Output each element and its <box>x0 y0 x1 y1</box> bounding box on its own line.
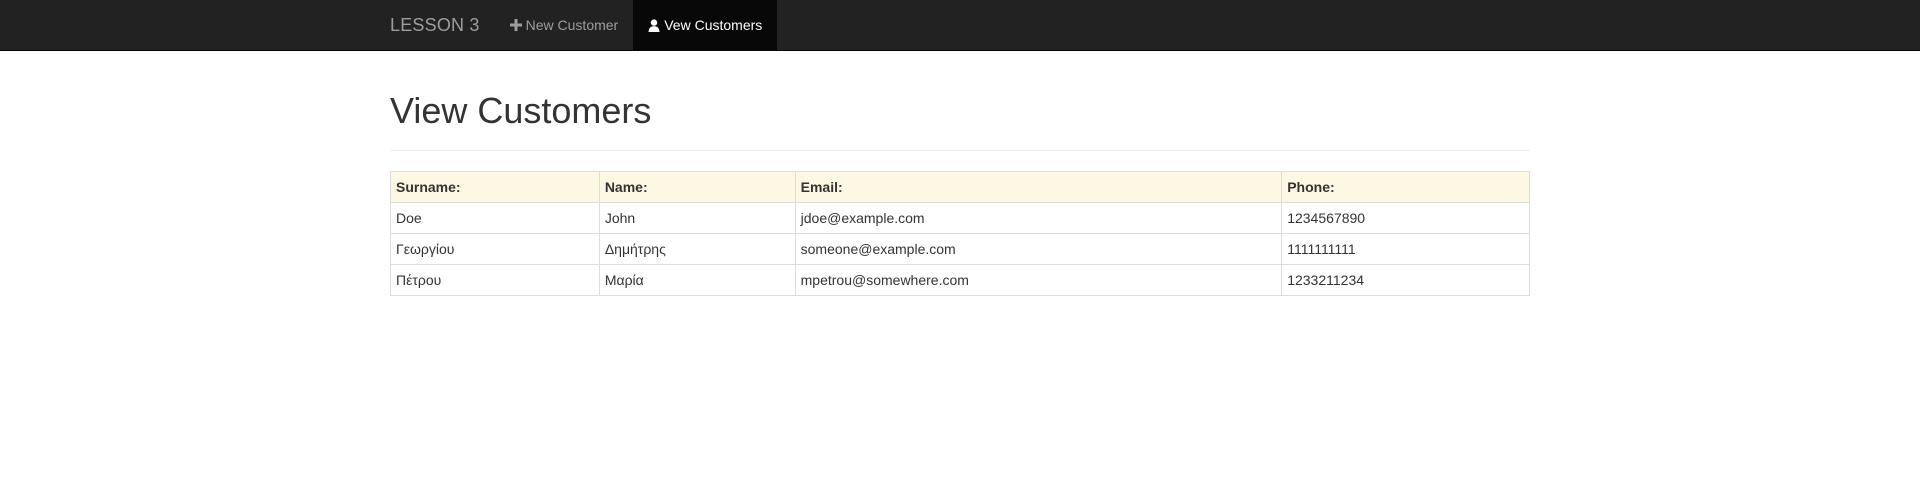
column-header-name: Name: <box>598 170 796 203</box>
table-row: Doe John jdoe@example.com 1234567890 <box>390 201 1530 234</box>
cell-name: John <box>598 201 796 234</box>
main-content: View Customers Surname: Name: Email: Pho… <box>390 51 1530 296</box>
page-header: View Customers <box>390 91 1530 151</box>
navbar-brand[interactable]: LESSON 3 <box>375 0 495 50</box>
nav-link-label: Vew Customers <box>664 17 763 33</box>
column-header-surname: Surname: <box>390 170 600 203</box>
nav-link-new-customer[interactable]: New Customer <box>495 0 634 50</box>
table-header-row: Surname: Name: Email: Phone: <box>390 170 1530 203</box>
cell-email: mpetrou@somewhere.com <box>794 263 1283 296</box>
cell-name: Δημήτρης <box>598 232 796 265</box>
cell-surname: Πέτρου <box>390 263 600 296</box>
navbar-inner: LESSON 3 New Customer Vew Customers <box>375 0 778 50</box>
column-header-phone: Phone: <box>1281 170 1530 203</box>
table-row: Πέτρου Μαρία mpetrou@somewhere.com 12332… <box>390 263 1530 296</box>
customers-table: Surname: Name: Email: Phone: Doe John jd… <box>390 170 1530 296</box>
plus-icon <box>509 19 522 31</box>
page-title: View Customers <box>390 90 652 131</box>
cell-name: Μαρία <box>598 263 796 296</box>
cell-surname: Doe <box>390 201 600 234</box>
user-icon <box>648 18 660 32</box>
nav-link-label: New Customer <box>525 17 619 33</box>
top-navbar: LESSON 3 New Customer Vew Customers <box>0 0 1920 51</box>
column-header-email: Email: <box>794 170 1283 203</box>
table-row: Γεωργίου Δημήτρης someone@example.com 11… <box>390 232 1530 265</box>
cell-email: someone@example.com <box>794 232 1283 265</box>
cell-phone: 1234567890 <box>1281 201 1530 234</box>
cell-phone: 1233211234 <box>1281 263 1530 296</box>
cell-email: jdoe@example.com <box>794 201 1283 234</box>
nav-link-view-customers[interactable]: Vew Customers <box>633 0 778 50</box>
cell-surname: Γεωργίου <box>390 232 600 265</box>
cell-phone: 1111111111 <box>1281 232 1530 265</box>
